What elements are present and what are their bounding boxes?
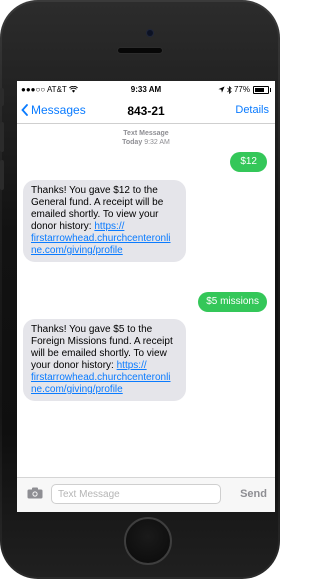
- battery-percent: 77%: [233, 85, 250, 94]
- camera-icon[interactable]: [27, 487, 43, 499]
- received-message-bubble[interactable]: Thanks! You gave $5 to the Foreign Missi…: [23, 319, 186, 401]
- timestamp-day: Today: [122, 139, 143, 146]
- message-composer: Text Message Send: [17, 477, 275, 512]
- message-type-label: Text Message: [123, 130, 169, 137]
- sent-message-bubble[interactable]: $5 missions: [198, 292, 267, 312]
- front-camera: [147, 30, 153, 36]
- volume-up-button: [0, 122, 4, 152]
- location-arrow-icon: [218, 86, 225, 93]
- received-message-text: Thanks! You gave $5 to the Foreign Missi…: [31, 324, 173, 371]
- sent-message-bubble[interactable]: $12: [230, 152, 267, 172]
- volume-down-button: [0, 160, 4, 190]
- message-timestamp: Today 9:32 AM: [17, 138, 275, 147]
- send-button[interactable]: Send: [240, 488, 267, 500]
- timestamp-time: 9:32 AM: [144, 139, 170, 146]
- mute-switch: [0, 88, 4, 106]
- earpiece-speaker: [118, 48, 162, 53]
- details-button[interactable]: Details: [235, 104, 269, 116]
- message-thread[interactable]: Text Message Today 9:32 AM $12 Thanks! Y…: [17, 125, 275, 477]
- message-input[interactable]: Text Message: [51, 484, 221, 504]
- navigation-bar: Messages 843-21 Details: [17, 99, 275, 124]
- bluetooth-icon: [227, 85, 232, 94]
- received-message-bubble[interactable]: Thanks! You gave $12 to the General fund…: [23, 180, 186, 262]
- phone-frame: ●●●○○ AT&T 9:33 AM 77% Messages 843-21 D…: [0, 0, 280, 579]
- status-indicators: 77%: [218, 85, 271, 94]
- battery-level: [255, 87, 265, 92]
- thread-meta: Text Message Today 9:32 AM: [17, 129, 275, 147]
- battery-tip: [270, 87, 271, 92]
- phone-screen: ●●●○○ AT&T 9:33 AM 77% Messages 843-21 D…: [17, 81, 275, 512]
- status-bar: ●●●○○ AT&T 9:33 AM 77%: [17, 81, 275, 99]
- battery-icon: [253, 85, 271, 94]
- home-button[interactable]: [124, 517, 172, 565]
